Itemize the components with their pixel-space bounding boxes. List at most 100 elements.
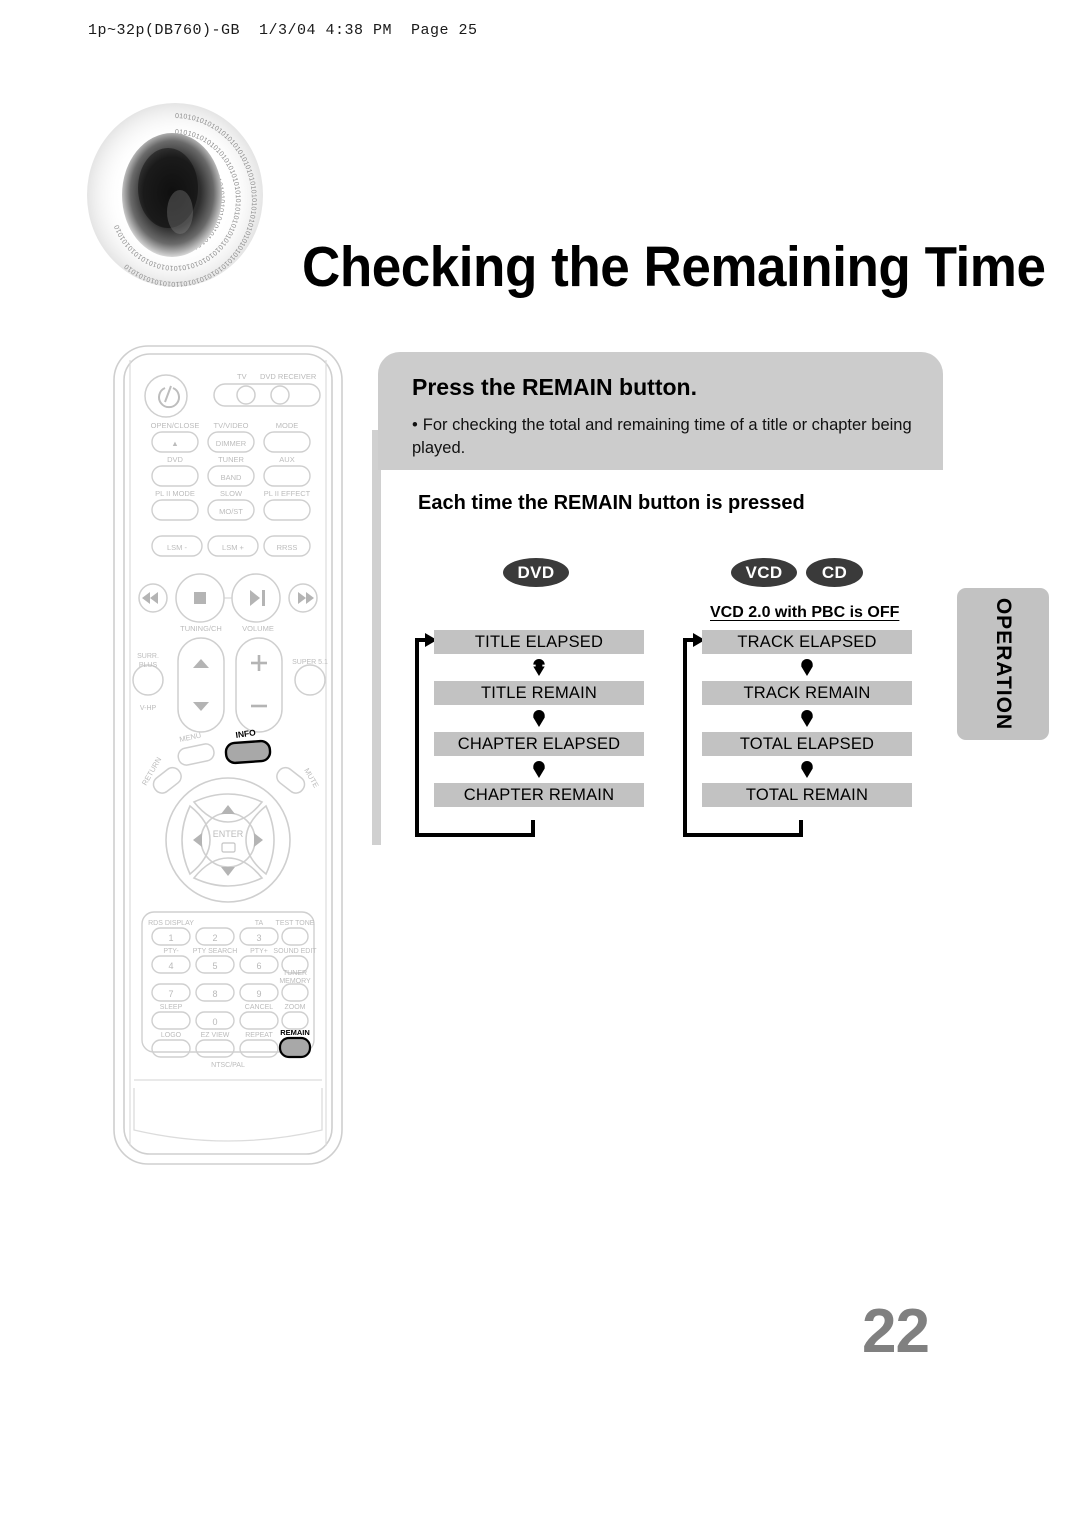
- flow-step: TOTAL REMAIN: [702, 783, 912, 807]
- disc-graphic-icon: 0101010101010101010101010101010101010101…: [87, 103, 263, 287]
- flow-diagram-vcd: TRACK ELAPSED TRACK REMAIN TOTAL ELAPSED…: [681, 630, 921, 845]
- svg-text:DIMMER: DIMMER: [216, 439, 247, 448]
- svg-text:ZOOM: ZOOM: [285, 1004, 306, 1011]
- flow-step: TITLE ELAPSED: [434, 630, 644, 654]
- svg-text:DVD: DVD: [167, 455, 183, 464]
- svg-text:PLUS: PLUS: [139, 662, 158, 669]
- flow-diagram-dvd: TITLE ELAPSED TITLE REMAIN CHAPTER ELAPS…: [413, 630, 653, 845]
- svg-text:PL II MODE: PL II MODE: [155, 489, 195, 498]
- svg-text:8: 8: [212, 989, 217, 999]
- svg-text:1: 1: [168, 933, 173, 943]
- arrow-down-icon: [533, 658, 545, 677]
- svg-text:6: 6: [256, 961, 261, 971]
- svg-text:LOGO: LOGO: [161, 1032, 182, 1039]
- svg-text:NTSC/PAL: NTSC/PAL: [211, 1062, 245, 1069]
- svg-text:TUNER: TUNER: [283, 970, 307, 977]
- flow-connector: [434, 654, 644, 681]
- svg-text:CANCEL: CANCEL: [245, 1004, 274, 1011]
- svg-text:VOLUME: VOLUME: [242, 624, 274, 633]
- flow-step: TITLE REMAIN: [434, 681, 644, 705]
- remote-remain-button-highlight: [278, 1036, 312, 1059]
- disc-badge-cd: CD: [806, 558, 863, 587]
- svg-text:4: 4: [168, 961, 173, 971]
- page-title-block: 0101010101010101010101010101010101010101…: [70, 92, 1046, 299]
- svg-text:▲: ▲: [171, 439, 178, 448]
- instruction-panel: Press the REMAIN button. • For checking t…: [378, 352, 943, 470]
- svg-text:5: 5: [212, 961, 217, 971]
- instruction-bullet-text: For checking the total and remaining tim…: [412, 416, 912, 457]
- remote-control-illustration: TV DVD RECEIVER OPEN/CLOSE TV/VIDEO MODE D…: [108, 340, 348, 1170]
- svg-text:TEST TONE: TEST TONE: [276, 920, 315, 927]
- arrow-down-icon: [533, 760, 545, 779]
- page-number: 22: [862, 1297, 930, 1366]
- arrow-down-icon: [801, 709, 813, 728]
- svg-text:TA: TA: [255, 920, 264, 927]
- svg-text:7: 7: [168, 989, 173, 999]
- svg-text:MEMORY: MEMORY: [279, 978, 311, 985]
- svg-text:LSM -: LSM -: [167, 543, 188, 552]
- svg-text:SURR.: SURR.: [137, 653, 159, 660]
- svg-text:RDS DISPLAY: RDS DISPLAY: [148, 920, 194, 927]
- flow-connector: [434, 705, 644, 732]
- svg-text:PL II EFFECT: PL II EFFECT: [264, 489, 311, 498]
- svg-text:RRSS: RRSS: [277, 543, 298, 552]
- svg-text:AUX: AUX: [279, 455, 294, 464]
- svg-text:SLEEP: SLEEP: [160, 1004, 183, 1011]
- arrow-down-icon: [533, 709, 545, 728]
- remote-info-button-highlight: [224, 739, 272, 765]
- flow-steps-vcd: TRACK ELAPSED TRACK REMAIN TOTAL ELAPSED…: [702, 630, 912, 807]
- svg-text:SUPER 5.1: SUPER 5.1: [292, 659, 328, 666]
- svg-text:OPEN/CLOSE: OPEN/CLOSE: [151, 421, 200, 430]
- svg-text:SOUND EDIT: SOUND EDIT: [273, 948, 317, 955]
- print-header: 1p~32p(DB760)-GB 1/3/04 4:38 PM Page 25: [88, 22, 478, 39]
- svg-text:REMAIN: REMAIN: [280, 1028, 310, 1037]
- instruction-heading: Press the REMAIN button.: [412, 374, 697, 400]
- svg-text:INFO: INFO: [235, 727, 257, 740]
- section-tab-label: OPERATION: [992, 597, 1015, 731]
- svg-text:2: 2: [212, 933, 217, 943]
- svg-text:SLOW: SLOW: [220, 489, 243, 498]
- arrow-down-icon: [801, 760, 813, 779]
- page-title: Checking the Remaining Time: [302, 235, 1046, 299]
- svg-text:0: 0: [212, 1017, 217, 1027]
- remote-label-tv: TV: [237, 372, 247, 381]
- bullet-dot-icon: •: [412, 416, 418, 434]
- svg-text:TV/VIDEO: TV/VIDEO: [213, 421, 248, 430]
- svg-text:3: 3: [256, 933, 261, 943]
- svg-text:MENU: MENU: [179, 731, 202, 744]
- remote-label-dvd-receiver: DVD RECEIVER: [260, 372, 317, 381]
- flow-steps-dvd: TITLE ELAPSED TITLE REMAIN CHAPTER ELAPS…: [434, 630, 644, 807]
- svg-text:MODE: MODE: [276, 421, 299, 430]
- svg-text:MO/ST: MO/ST: [219, 507, 243, 516]
- arrow-down-icon: [801, 658, 813, 677]
- flow-connector: [434, 756, 644, 783]
- svg-text:REPEAT: REPEAT: [245, 1032, 273, 1039]
- svg-text:TUNING/CH: TUNING/CH: [180, 624, 222, 633]
- svg-text:PTY SEARCH: PTY SEARCH: [193, 948, 238, 955]
- flow-connector: [702, 654, 912, 681]
- svg-text:V-HP: V-HP: [140, 705, 157, 712]
- section-tab-operation: OPERATION: [957, 588, 1049, 740]
- flow-step: TRACK REMAIN: [702, 681, 912, 705]
- svg-text:ENTER: ENTER: [213, 829, 244, 839]
- svg-text:EZ VIEW: EZ VIEW: [201, 1032, 230, 1039]
- svg-text:LSM +: LSM +: [222, 543, 245, 552]
- flow-step: CHAPTER REMAIN: [434, 783, 644, 807]
- disc-badge-vcd: VCD: [731, 558, 797, 587]
- svg-text:TUNER: TUNER: [218, 455, 244, 464]
- flow-step: TOTAL ELAPSED: [702, 732, 912, 756]
- content-left-rule: [372, 430, 381, 845]
- instruction-bullet: • For checking the total and remaining ti…: [412, 414, 917, 460]
- section-subheading: Each time the REMAIN button is pressed: [418, 492, 805, 514]
- svg-text:RETURN: RETURN: [140, 755, 163, 787]
- svg-text:9: 9: [256, 989, 261, 999]
- svg-text:BAND: BAND: [221, 473, 242, 482]
- flow-connector: [702, 705, 912, 732]
- flow-step: TRACK ELAPSED: [702, 630, 912, 654]
- svg-text:PTY+: PTY+: [250, 948, 268, 955]
- svg-text:PTY-: PTY-: [163, 948, 179, 955]
- disc-badge-dvd: DVD: [503, 558, 569, 587]
- flow-connector: [702, 756, 912, 783]
- pbc-note: VCD 2.0 with PBC is OFF: [710, 604, 900, 621]
- flow-step: CHAPTER ELAPSED: [434, 732, 644, 756]
